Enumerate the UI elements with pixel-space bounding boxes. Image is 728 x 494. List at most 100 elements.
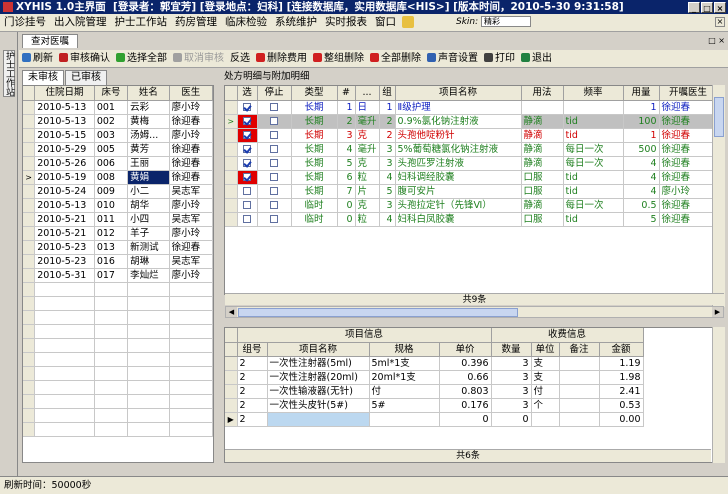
order-row[interactable]: 长期 4 毫升 3 5%葡萄糖氯化钠注射液 静滴 每日一次 500 徐迎春 [225, 142, 718, 157]
toolbar-button-4[interactable]: 反选 [227, 50, 253, 67]
select-checkbox[interactable] [243, 173, 251, 181]
order-stop-cell[interactable] [257, 212, 292, 227]
order-row[interactable]: 长期 6 粒 4 妇科调经胶囊 口服 tid 4 徐迎春 [225, 170, 718, 185]
menu-item-reports[interactable]: 实时报表 [321, 14, 371, 30]
hscroll-thumb[interactable] [238, 308, 518, 317]
order-row[interactable]: 临时 0 克 3 头孢拉定针（先锋Ⅵ） 静滴 每日一次 0.5 徐迎春 [225, 198, 718, 213]
tool-icon[interactable] [402, 16, 414, 28]
scroll-thumb[interactable] [714, 97, 724, 137]
order-row[interactable]: 长期 7 片 5 腹可安片 口服 tid 4 廖小玲 [225, 184, 718, 199]
order-select-cell[interactable] [237, 184, 258, 199]
orders-col[interactable]: 频率 [563, 86, 624, 101]
tab-unreviewed[interactable]: 未审核 [22, 70, 64, 85]
order-select-cell[interactable] [237, 128, 258, 143]
order-select-cell[interactable] [237, 170, 258, 185]
fees-col[interactable]: 项目名称 [267, 342, 370, 357]
select-checkbox[interactable] [243, 131, 251, 139]
order-stop-cell[interactable] [257, 156, 292, 171]
order-select-cell[interactable] [237, 156, 258, 171]
patient-row[interactable]: 2010-5-21 011 小四 吴志军 [23, 212, 213, 227]
tab-check-orders[interactable]: 查对医嘱 [22, 34, 79, 48]
order-row[interactable]: 长期 5 克 3 头孢匹罗注射液 静滴 每日一次 4 徐迎春 [225, 156, 718, 171]
fees-col[interactable]: 金额 [599, 342, 644, 357]
patient-row[interactable]: 2010-5-24 009 小二 吴志军 [23, 184, 213, 199]
order-select-cell[interactable] [237, 100, 258, 115]
scroll-left-icon[interactable]: ◀ [226, 307, 237, 317]
menu-item-outpatient[interactable]: 门诊挂号 [0, 14, 50, 30]
minimize-icon[interactable]: _ [688, 2, 700, 13]
orders-col[interactable]: 开嘱医生 [659, 86, 718, 101]
toolbar-button-10[interactable]: 退出 [518, 50, 555, 67]
menu-item-pharmacy[interactable]: 药房管理 [171, 14, 221, 30]
col-bed[interactable]: 床号 [94, 86, 129, 101]
patient-row[interactable]: 2010-5-23 016 胡琳 吴志军 [23, 254, 213, 269]
fees-col[interactable]: 数量 [491, 342, 532, 357]
select-checkbox[interactable] [243, 201, 251, 209]
menu-item-system[interactable]: 系统维护 [271, 14, 321, 30]
patient-row[interactable]: 2010-5-31 017 李灿烂 廖小玲 [23, 268, 213, 283]
menu-item-window[interactable]: 窗口 [371, 14, 400, 30]
fee-row[interactable]: 2 一次性头皮针(5#) 5# 0.176 3 个 0.53 [225, 398, 644, 413]
stop-checkbox[interactable] [270, 131, 278, 139]
select-checkbox[interactable] [243, 215, 251, 223]
toolbar-button-8[interactable]: 声音设置 [424, 50, 481, 67]
order-stop-cell[interactable] [257, 100, 292, 115]
select-checkbox[interactable] [243, 159, 251, 167]
orders-col[interactable]: 停止 [257, 86, 292, 101]
maximize-icon[interactable]: □ [701, 2, 713, 13]
select-checkbox[interactable] [243, 117, 251, 125]
patient-row[interactable]: 2010-5-23 013 新测试 徐迎春 [23, 240, 213, 255]
order-row[interactable]: 长期 3 克 2 头孢他啶粉针 静滴 tid 1 徐迎春 [225, 128, 718, 143]
fees-col[interactable]: 单位 [531, 342, 560, 357]
toolbar-button-9[interactable]: 打印 [481, 50, 518, 67]
child-window-controls[interactable]: □ × [708, 36, 725, 45]
order-stop-cell[interactable] [257, 184, 292, 199]
fees-col[interactable]: 组号 [237, 342, 268, 357]
menu-item-nurse[interactable]: 护士工作站 [111, 14, 172, 30]
fee-row[interactable]: 2 一次性注射器(20ml) 20ml*1支 0.66 3 支 1.98 [225, 370, 644, 385]
skin-value[interactable]: 精彩 [481, 16, 532, 27]
toolbar-button-0[interactable]: 刷新 [19, 50, 56, 67]
patient-row[interactable]: >2010-5-19 008 黄娟 徐迎春 [23, 170, 213, 185]
patient-row[interactable]: 2010-5-15 003 汤姆... 廖小玲 [23, 128, 213, 143]
toolbar-button-1[interactable]: 审核确认 [56, 50, 113, 67]
fee-row[interactable]: ▶ 2 0 0 0.00 [225, 412, 644, 427]
stop-checkbox[interactable] [270, 173, 278, 181]
orders-col[interactable]: 类型 [291, 86, 338, 101]
stop-checkbox[interactable] [270, 201, 278, 209]
orders-col[interactable]: 用法 [521, 86, 564, 101]
select-checkbox[interactable] [243, 145, 251, 153]
orders-col[interactable]: ... [355, 86, 380, 101]
order-select-cell[interactable] [237, 212, 258, 227]
menu-item-admission[interactable]: 出入院管理 [50, 14, 111, 30]
patient-row[interactable]: 2010-5-13 001 云彩 廖小玲 [23, 100, 213, 115]
toolbar-button-3[interactable]: 取消审核 [170, 50, 227, 67]
orders-hscroll[interactable]: ◀ ▶ [225, 306, 724, 318]
orders-col[interactable]: 项目名称 [395, 86, 522, 101]
skin-selector[interactable]: Skin: 精彩 [456, 14, 532, 30]
order-row[interactable]: > 长期 2 毫升 2 0.9%氯化钠注射液 静滴 tid 100 徐迎春 [225, 114, 718, 129]
stop-checkbox[interactable] [270, 215, 278, 223]
close-icon[interactable]: × [714, 2, 726, 13]
order-stop-cell[interactable] [257, 128, 292, 143]
nurse-station-vertical-tab[interactable]: 护士工作站 [3, 50, 15, 97]
order-stop-cell[interactable] [257, 114, 292, 129]
toolbar-button-6[interactable]: 整组删除 [310, 50, 367, 67]
orders-col[interactable]: 组 [379, 86, 396, 101]
order-select-cell[interactable] [237, 114, 258, 129]
patient-row[interactable]: 2010-5-26 006 王丽 徐迎春 [23, 156, 213, 171]
toolbar-button-2[interactable]: 选择全部 [113, 50, 170, 67]
order-stop-cell[interactable] [257, 170, 292, 185]
order-stop-cell[interactable] [257, 142, 292, 157]
patient-row[interactable]: 2010-5-29 005 黄芳 徐迎春 [23, 142, 213, 157]
orders-col[interactable]: # [337, 86, 356, 101]
col-admit-date[interactable]: 住院日期 [34, 86, 95, 101]
mdi-close-icon[interactable]: × [715, 17, 725, 27]
fee-name-input[interactable] [267, 412, 370, 427]
order-row[interactable]: 长期 1 日 1 Ⅱ级护理 1 徐迎春 [225, 100, 718, 115]
fees-vscroll[interactable] [712, 327, 725, 463]
stop-checkbox[interactable] [270, 187, 278, 195]
fees-col[interactable]: 备注 [559, 342, 600, 357]
order-row[interactable]: 临时 0 粒 4 妇科白凤胶囊 口服 tid 5 徐迎春 [225, 212, 718, 227]
fees-col[interactable]: 单价 [439, 342, 492, 357]
